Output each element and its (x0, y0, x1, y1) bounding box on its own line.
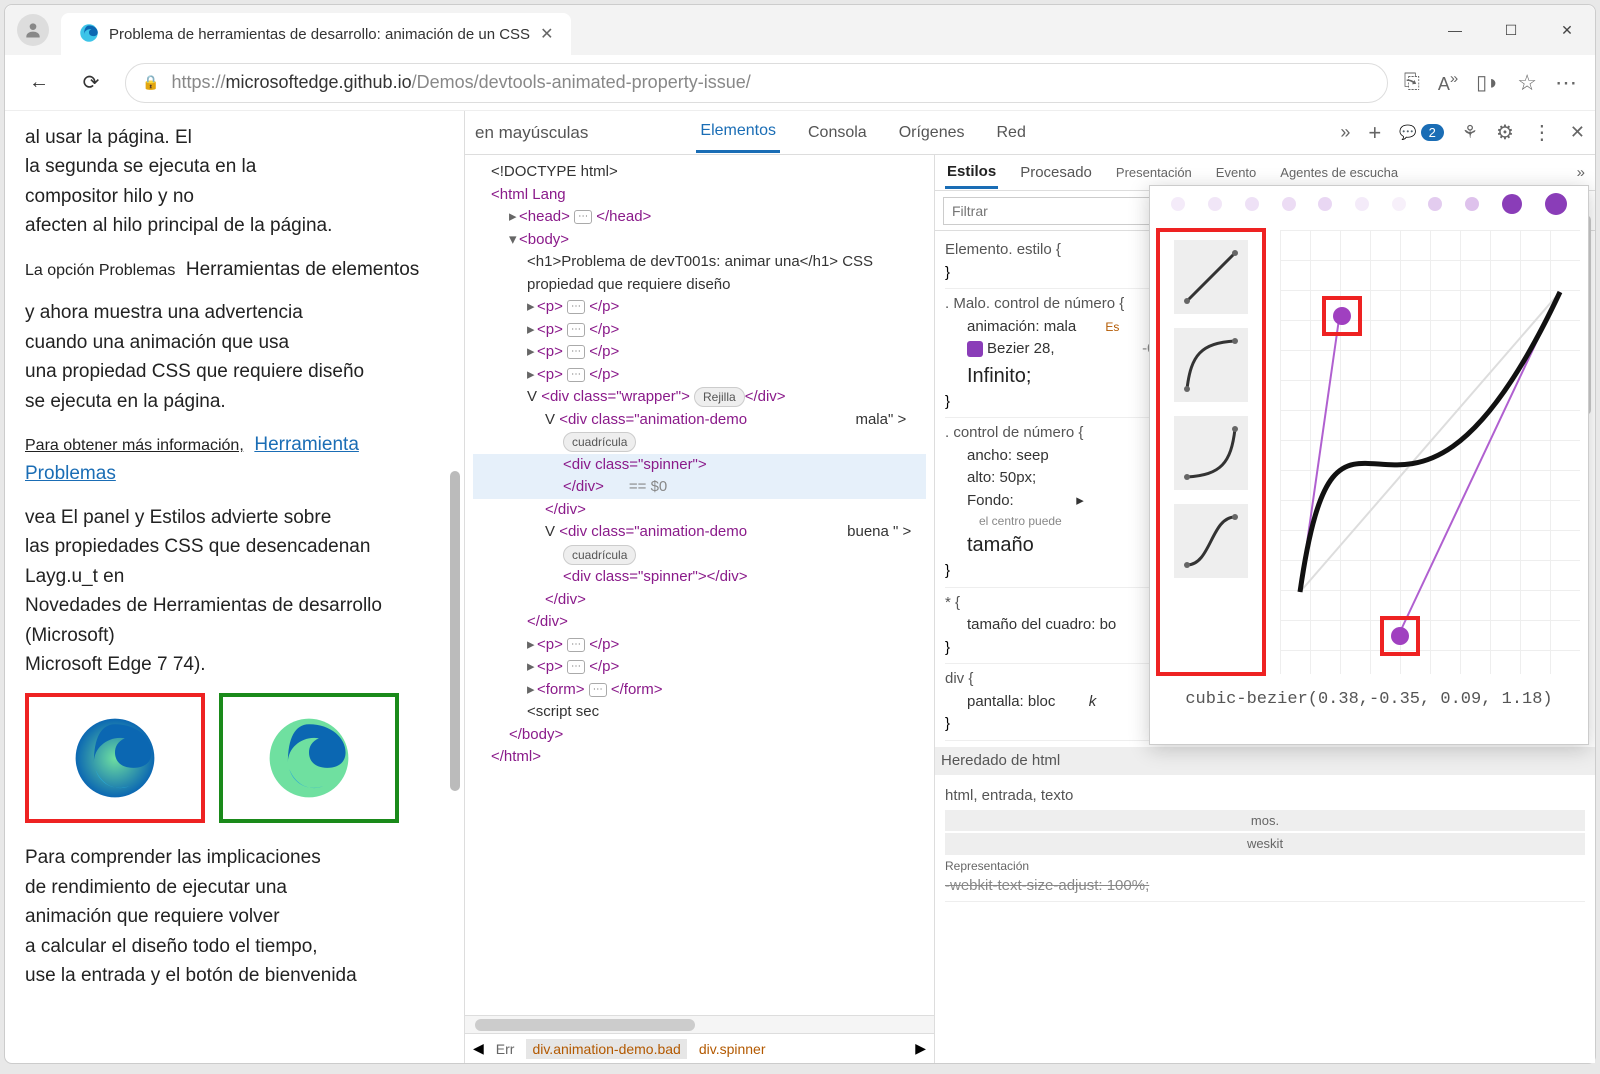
tab-console[interactable]: Consola (804, 114, 871, 152)
paragraph: vea El panel y Estilos advierte sobre la… (25, 503, 444, 680)
rule-html: html, entrada, texto mos. weskit Represe… (945, 781, 1585, 902)
styles-panel: Estilos Procesado Presentación Evento Ag… (935, 155, 1595, 1063)
paragraph: Para comprender las implicaciones de ren… (25, 843, 444, 990)
crumb-prev-icon[interactable]: ◀ (473, 1040, 484, 1057)
minimize-button[interactable]: — (1427, 5, 1483, 55)
window-controls: — ☐ ✕ (1427, 5, 1595, 55)
tab-close-icon[interactable]: ✕ (540, 24, 553, 44)
bezier-handle-1[interactable] (1322, 296, 1362, 336)
preset-ease-in-out[interactable] (1174, 504, 1248, 578)
subtab-listeners[interactable]: Agentes de escucha (1278, 159, 1400, 186)
preset-ease-in[interactable] (1174, 416, 1248, 490)
kebab-icon[interactable]: ⋮ (1532, 120, 1552, 145)
paragraph: La opción Problemas Herramientas de elem… (25, 255, 444, 284)
dom-horizontal-scrollbar[interactable] (465, 1015, 934, 1033)
logo-row (25, 693, 444, 823)
close-devtools-icon[interactable]: ✕ (1570, 122, 1585, 143)
devtools-panel: en mayúsculas Elementos Consola Orígenes… (465, 111, 1595, 1063)
url-field[interactable]: 🔒 https://microsoftedge.github.io/Demos/… (125, 63, 1388, 103)
lock-icon: 🔒 (142, 74, 159, 91)
edge-icon (79, 23, 99, 46)
app-icon[interactable]: ⎘ (1404, 71, 1420, 94)
settings-icon[interactable]: ⚙ (1496, 120, 1514, 145)
page-scrollbar[interactable] (448, 111, 462, 1063)
more-subtabs-icon[interactable]: » (1577, 164, 1585, 181)
dom-tree[interactable]: <!DOCTYPE html> <html Lang ▸<head> ⋯ </h… (465, 155, 934, 1015)
titlebar: Problema de herramientas de desarrollo: … (5, 5, 1595, 55)
read-aloud-icon[interactable]: A» (1438, 70, 1458, 95)
subtab-computed[interactable]: Procesado (1018, 158, 1094, 187)
logo-good (219, 693, 399, 823)
close-button[interactable]: ✕ (1539, 5, 1595, 55)
bezier-icon[interactable] (967, 341, 983, 357)
feedback-icon[interactable]: ⚘ (1462, 122, 1478, 143)
bezier-preview-dots (1150, 186, 1588, 222)
crumb-next-icon[interactable]: ▶ (915, 1040, 926, 1057)
content-area: al usar la página. El la segunda se ejec… (5, 111, 1595, 1063)
dom-panel: <!DOCTYPE html> <html Lang ▸<head> ⋯ </h… (465, 155, 935, 1063)
page-content: al usar la página. El la segunda se ejec… (5, 111, 465, 1063)
preset-linear[interactable] (1174, 240, 1248, 314)
paragraph: Para obtener más información, Herramient… (25, 430, 444, 489)
subtab-layout[interactable]: Presentación (1114, 159, 1194, 186)
browser-tab[interactable]: Problema de herramientas de desarrollo: … (61, 13, 571, 55)
url-text: https://microsoftedge.github.io/Demos/de… (171, 72, 750, 93)
breadcrumb: ◀ Err div.animation-demo.bad div.spinner… (465, 1033, 934, 1063)
tab-network[interactable]: Red (993, 114, 1030, 152)
new-tab-icon[interactable]: + (1368, 120, 1381, 146)
address-bar: ← ⟳ 🔒 https://microsoftedge.github.io/De… (5, 55, 1595, 111)
tab-elements[interactable]: Elementos (696, 112, 780, 153)
devtools-tabs: en mayúsculas Elementos Consola Orígenes… (465, 111, 1595, 155)
crumb-spinner[interactable]: div.spinner (693, 1039, 772, 1059)
crumb-err[interactable]: Err (490, 1039, 521, 1059)
bezier-handle-2[interactable] (1380, 616, 1420, 656)
paragraph: y ahora muestra una advertencia cuando u… (25, 298, 444, 416)
inherited-from: Heredado de html (935, 747, 1595, 776)
issues-button[interactable]: 💬 2 (1399, 124, 1444, 141)
maximize-button[interactable]: ☐ (1483, 5, 1539, 55)
more-icon[interactable]: ⋯ (1555, 70, 1579, 96)
subtab-events[interactable]: Evento (1214, 159, 1258, 186)
toolbar-label: en mayúsculas (475, 123, 588, 143)
tab-title: Problema de herramientas de desarrollo: … (109, 26, 530, 43)
address-actions: ⎘ A» ▯◗ ☆ ⋯ (1404, 70, 1579, 96)
subtab-styles[interactable]: Estilos (945, 157, 998, 189)
browser-window: Problema de herramientas de desarrollo: … (4, 4, 1596, 1064)
profile-avatar[interactable] (17, 14, 49, 46)
preset-ease-out[interactable] (1174, 328, 1248, 402)
bezier-curve-editor[interactable] (1280, 230, 1580, 674)
paragraph: al usar la página. El la segunda se ejec… (25, 123, 444, 241)
tab-sources[interactable]: Orígenes (895, 114, 969, 152)
reload-button[interactable]: ⟳ (73, 65, 109, 101)
selected-dom-node: <div class="spinner"> (473, 454, 926, 477)
more-tabs-icon[interactable]: » (1340, 122, 1350, 143)
logo-bad (25, 693, 205, 823)
back-button[interactable]: ← (21, 65, 57, 101)
devtools-body: <!DOCTYPE html> <html Lang ▸<head> ⋯ </h… (465, 155, 1595, 1063)
crumb-bad[interactable]: div.animation-demo.bad (526, 1039, 686, 1059)
favorite-icon[interactable]: ☆ (1517, 70, 1537, 96)
bezier-value: cubic-bezier(0.38,-0.35, 0.09, 1.18) (1150, 682, 1588, 717)
reader-icon[interactable]: ▯◗ (1476, 70, 1499, 95)
bezier-presets (1156, 228, 1266, 676)
bezier-editor: cubic-bezier(0.38,-0.35, 0.09, 1.18) (1149, 185, 1589, 745)
